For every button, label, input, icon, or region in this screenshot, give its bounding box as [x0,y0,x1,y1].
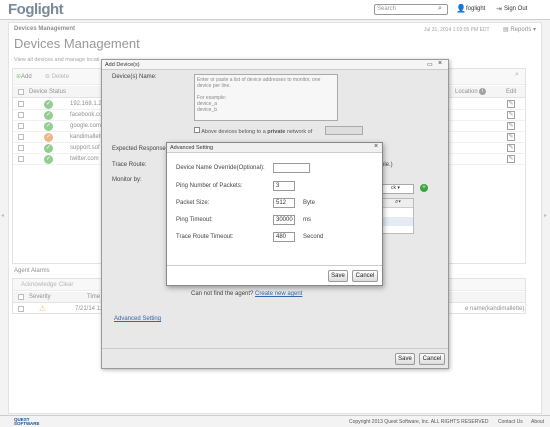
device-names-textarea[interactable]: Enter or paste a list of device addresse… [194,74,338,121]
search-icon[interactable]: ⌕ [438,5,442,13]
private-word: private [267,129,286,135]
device-names-label: Device(s) Name: [112,74,157,80]
add-device-footer [102,348,448,349]
above-devices-text: Above devices belong to a [201,129,268,135]
advanced-cancel-button[interactable]: Cancel [352,270,378,282]
advanced-footer-divider [167,265,382,266]
footer-brand: QUEST SOFTWARE [14,417,40,426]
top-header: Foglight Search ⌕ 👤 foglight ⇥ Sign Out [0,0,550,20]
footer-copyright: Copyright 2013 Quest Software, Inc. ALL … [349,419,489,425]
advanced-field-label: Trace Route Timeout: [176,234,234,240]
advanced-setting-dialog: Advanced Setting × Device Name Override(… [166,142,383,286]
advanced-field-input[interactable]: 3 [273,181,295,191]
add-device-titlebar: Add Device(s) ▭ × [102,60,448,70]
sign-out-link[interactable]: Sign Out [504,6,527,12]
contact-link[interactable]: Contact Us [498,419,523,425]
close-icon[interactable]: × [438,60,442,67]
advanced-field-input[interactable]: 512 [273,198,295,208]
advanced-close-icon[interactable]: × [374,143,378,150]
advanced-field-unit: Second [303,234,324,240]
agent-list-panel: ⌕▾ [380,198,414,234]
advanced-field-unit: Byte [303,200,316,206]
add-device-cancel-button[interactable]: Cancel [419,353,445,365]
advanced-title: Advanced Setting [170,145,214,151]
advanced-save-button[interactable]: Save [328,270,348,282]
agent-search-icon[interactable]: ⌕▾ [395,199,401,205]
sign-out-icon: ⇥ [496,6,502,13]
advanced-titlebar: Advanced Setting × [167,143,382,153]
monitor-by-label: Monitor by: [112,177,142,183]
user-name[interactable]: foglight [466,6,485,12]
maximize-icon[interactable]: ▭ [427,61,433,68]
advanced-field-label: Device Name Override(Optional): [176,165,265,171]
advanced-field-label: Ping Timeout: [176,217,213,223]
private-network-checkbox[interactable] [194,127,200,133]
advanced-field-label: Packet Size: [176,200,210,206]
about-link[interactable]: About [531,419,544,425]
add-device-save-button[interactable]: Save [395,353,415,365]
advanced-field-input[interactable]: 480 [273,232,295,242]
advanced-field-label: Ping Number of Packets: [176,183,243,189]
agent-list-header: ⌕▾ [381,199,413,208]
advanced-field-unit: ms [303,217,311,223]
user-icon: 👤 [456,4,466,13]
monitor-select[interactable]: ck ▾ [380,184,414,194]
agent-list-row[interactable] [381,217,413,226]
app-logo: Foglight [8,1,64,18]
add-agent-icon[interactable]: + [420,184,428,192]
advanced-setting-link[interactable]: Advanced Setting [114,316,161,322]
create-agent-link[interactable]: Create new agent [255,291,302,297]
add-device-title: Add Device(s) [105,62,140,68]
expected-response-label: Expected Response [112,146,166,152]
trace-route-label: Trace Route: [112,162,147,168]
network-text: network of [285,129,313,135]
search-input[interactable]: Search [374,4,448,15]
advanced-field-input[interactable] [273,163,310,173]
private-network-row: Above devices belong to a private networ… [194,127,312,135]
advanced-field-input[interactable]: 30000 [273,215,295,225]
footer: QUEST SOFTWARE Copyright 2013 Quest Soft… [0,415,550,427]
network-select[interactable] [325,126,363,135]
agent-not-found-text: Can not find the agent? [191,291,254,297]
